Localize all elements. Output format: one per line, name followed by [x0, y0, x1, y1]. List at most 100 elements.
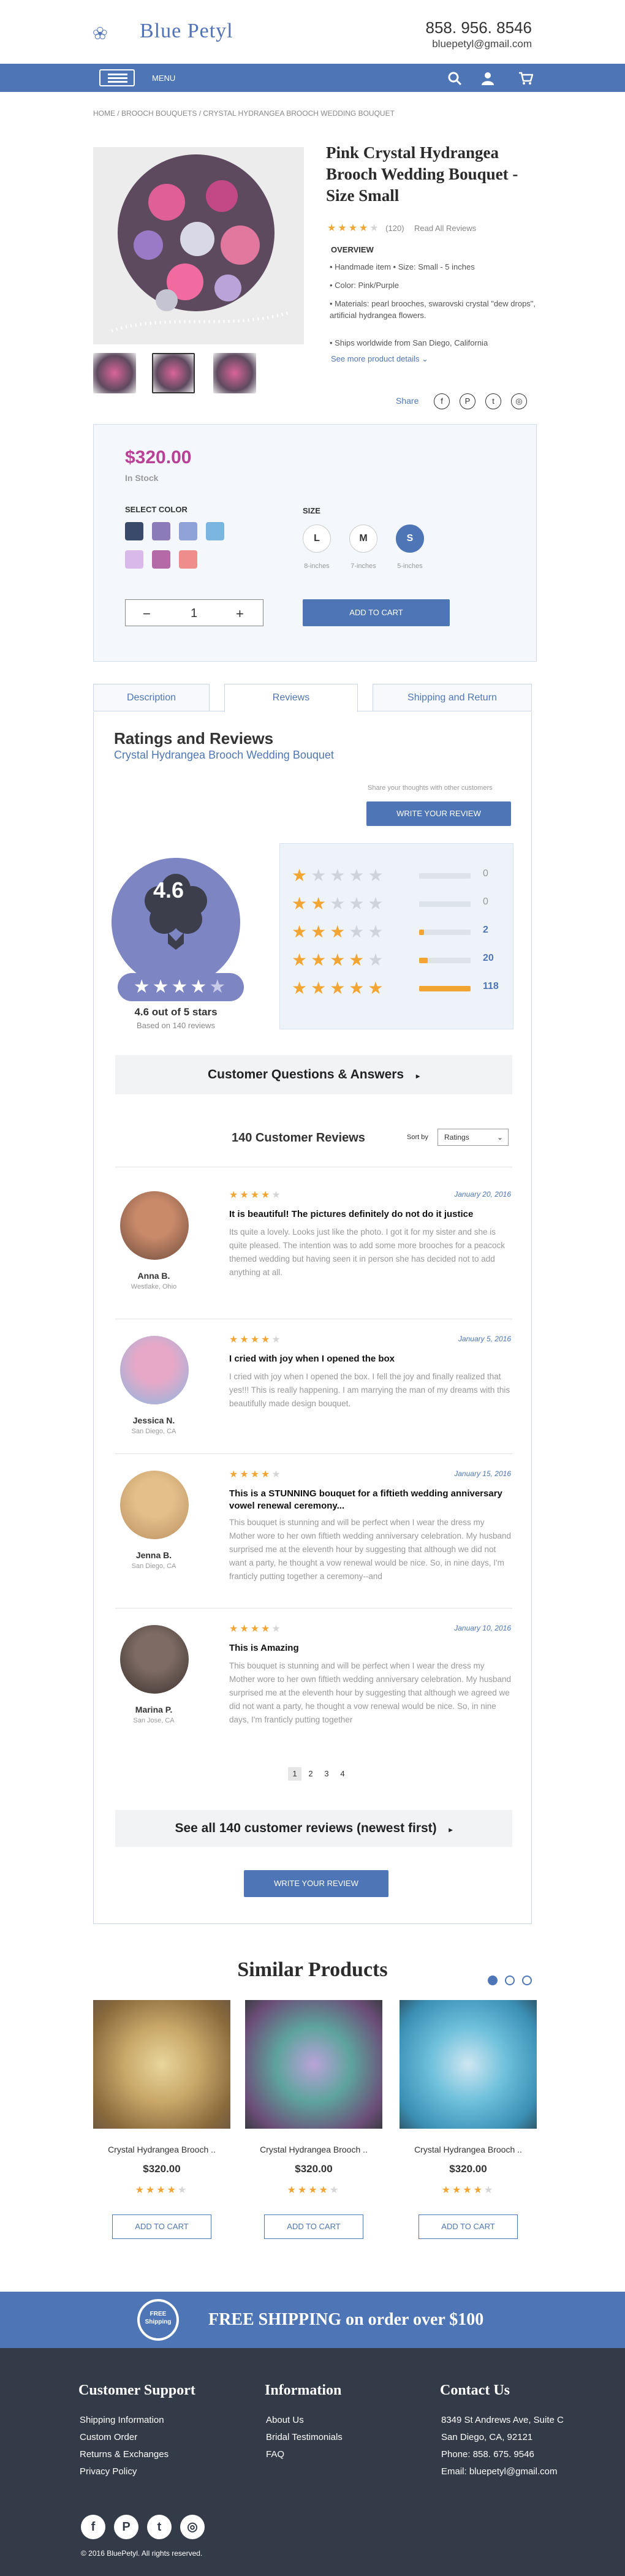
reviewer-location: San Jose, CA	[133, 1717, 175, 1724]
carousel-dot[interactable]	[505, 1976, 515, 1985]
reviewer-avatar	[120, 1191, 189, 1260]
product-thumbnail-2[interactable]	[152, 353, 195, 393]
similar-product-price: $320.00	[143, 2163, 181, 2175]
color-swatch[interactable]	[179, 522, 197, 540]
logo-flower-icon[interactable]	[92, 5, 141, 60]
similar-product-price: $320.00	[295, 2163, 333, 2175]
review-title: It is beautiful! The pictures definitely…	[229, 1209, 474, 1219]
histogram-count: 118	[483, 981, 499, 991]
similar-product-image[interactable]	[93, 2000, 230, 2129]
footer-link[interactable]: Privacy Policy	[80, 2463, 169, 2480]
facebook-icon[interactable]: f	[81, 2515, 105, 2539]
tab-description[interactable]: Description	[93, 684, 210, 711]
histogram-bar	[419, 958, 471, 963]
histogram-stars[interactable]: ★★★★★	[292, 865, 387, 885]
footer-link[interactable]: About Us	[266, 2412, 343, 2429]
histogram-bar-fill	[419, 986, 471, 991]
see-all-reviews-button[interactable]: See all 140 customer reviews (newest fir…	[115, 1810, 512, 1847]
contact-city: San Diego, CA, 92121	[441, 2432, 533, 2442]
header-email[interactable]: bluepetyl@gmail.com	[432, 38, 532, 50]
write-review-button[interactable]: WRITE YOUR REVIEW	[366, 801, 511, 826]
histogram-stars[interactable]: ★★★★★	[292, 922, 387, 941]
page-2[interactable]: 2	[304, 1767, 317, 1781]
similar-add-to-cart-button[interactable]: ADD TO CART	[264, 2214, 363, 2239]
page-3[interactable]: 3	[320, 1767, 333, 1781]
review-stars: ★★★★★	[229, 1624, 282, 1634]
footer-link[interactable]: Custom Order	[80, 2429, 169, 2446]
color-swatch[interactable]	[206, 522, 224, 540]
pinterest-icon[interactable]: P	[460, 393, 475, 409]
see-more-details-link[interactable]: See more product details ⌄	[331, 354, 428, 364]
similar-product-image[interactable]	[400, 2000, 537, 2129]
histogram-stars[interactable]: ★★★★★	[292, 978, 387, 998]
footer-link[interactable]: FAQ	[266, 2446, 343, 2463]
similar-product-name[interactable]: Crystal Hydrangea Brooch ..	[400, 2145, 537, 2154]
footer-link[interactable]: Returns & Exchanges	[80, 2446, 169, 2463]
review-title: This is Amazing	[229, 1643, 299, 1653]
quantity-increment-button[interactable]: +	[236, 606, 244, 622]
breadcrumb: HOME / BROOCH BOUQUETS / CRYSTAL HYDRANG…	[93, 109, 395, 118]
write-review-button-bottom[interactable]: WRITE YOUR REVIEW	[244, 1870, 388, 1897]
size-option-m[interactable]: M	[349, 525, 377, 553]
color-swatch[interactable]	[125, 550, 143, 569]
cart-icon[interactable]	[518, 71, 533, 86]
similar-add-to-cart-button[interactable]: ADD TO CART	[112, 2214, 211, 2239]
twitter-icon[interactable]: t	[147, 2515, 172, 2539]
add-to-cart-button[interactable]: ADD TO CART	[303, 599, 450, 626]
histogram-stars[interactable]: ★★★★★	[292, 893, 387, 913]
size-label: SIZE	[303, 506, 320, 515]
user-icon[interactable]	[480, 71, 495, 86]
product-thumbnail-1[interactable]	[93, 353, 136, 393]
breadcrumb-separator: /	[117, 109, 119, 118]
copyright: © 2016 BluePetyl. All rights reserved.	[81, 2549, 203, 2558]
carousel-dot[interactable]	[522, 1976, 532, 1985]
footer-link[interactable]: Shipping Information	[80, 2412, 169, 2429]
reviewer-avatar	[120, 1625, 189, 1694]
quantity-decrement-button[interactable]: −	[143, 606, 151, 622]
size-option-s[interactable]: S	[396, 525, 424, 553]
breadcrumb-home[interactable]: HOME	[93, 109, 115, 118]
histogram-stars[interactable]: ★★★★★	[292, 950, 387, 969]
see-all-reviews-label: See all 140 customer reviews (newest fir…	[175, 1821, 437, 1835]
similar-product-name[interactable]: Crystal Hydrangea Brooch ..	[93, 2145, 230, 2154]
facebook-icon[interactable]: f	[434, 393, 450, 409]
rating-based-on: Based on 140 reviews	[137, 1021, 215, 1030]
product-main-image[interactable]	[93, 147, 304, 344]
pinterest-icon[interactable]: P	[114, 2515, 138, 2539]
caret-right-icon: ▸	[449, 1825, 453, 1834]
brand-name[interactable]: Blue Petyl	[140, 20, 233, 43]
similar-product-image[interactable]	[245, 2000, 382, 2129]
instagram-icon[interactable]: ◎	[511, 393, 527, 409]
read-all-reviews-link[interactable]: Read All Reviews	[414, 224, 476, 233]
color-swatch[interactable]	[125, 522, 143, 540]
quantity-value[interactable]: 1	[191, 607, 197, 621]
tab-shipping-return[interactable]: Shipping and Return	[373, 684, 532, 711]
page-4[interactable]: 4	[336, 1767, 349, 1781]
menu-toggle-button[interactable]	[99, 69, 135, 86]
menu-label[interactable]: MENU	[152, 74, 175, 83]
tab-reviews[interactable]: Reviews	[224, 684, 358, 712]
average-rating: 4.6	[153, 877, 184, 903]
carousel-dot-active[interactable]	[488, 1976, 498, 1985]
histogram-bar-fill	[419, 930, 424, 935]
color-swatch[interactable]	[152, 522, 170, 540]
product-thumbnail-3[interactable]	[213, 353, 256, 393]
size-note: 7-inches	[350, 563, 376, 570]
color-swatch[interactable]	[179, 550, 197, 569]
color-swatch[interactable]	[152, 550, 170, 569]
contact-phone[interactable]: Phone: 858. 675. 9546	[441, 2446, 564, 2463]
reviewer-name: Anna B.	[137, 1271, 170, 1281]
size-option-l[interactable]: L	[303, 525, 331, 553]
instagram-icon[interactable]: ◎	[180, 2515, 205, 2539]
footer-link[interactable]: Bridal Testimonials	[266, 2429, 343, 2446]
twitter-icon[interactable]: t	[485, 393, 501, 409]
histogram-count: 0	[483, 868, 488, 879]
similar-add-to-cart-button[interactable]: ADD TO CART	[419, 2214, 518, 2239]
contact-email[interactable]: Email: bluepetyl@gmail.com	[441, 2463, 564, 2480]
customer-qa-button[interactable]: Customer Questions & Answers ▸	[115, 1055, 512, 1094]
search-icon[interactable]	[447, 71, 462, 86]
sort-select[interactable]: Ratings ⌄	[438, 1129, 509, 1146]
page-1[interactable]: 1	[288, 1767, 301, 1781]
breadcrumb-category[interactable]: BROOCH BOUQUETS	[121, 109, 197, 118]
similar-product-name[interactable]: Crystal Hydrangea Brooch ..	[245, 2145, 382, 2154]
